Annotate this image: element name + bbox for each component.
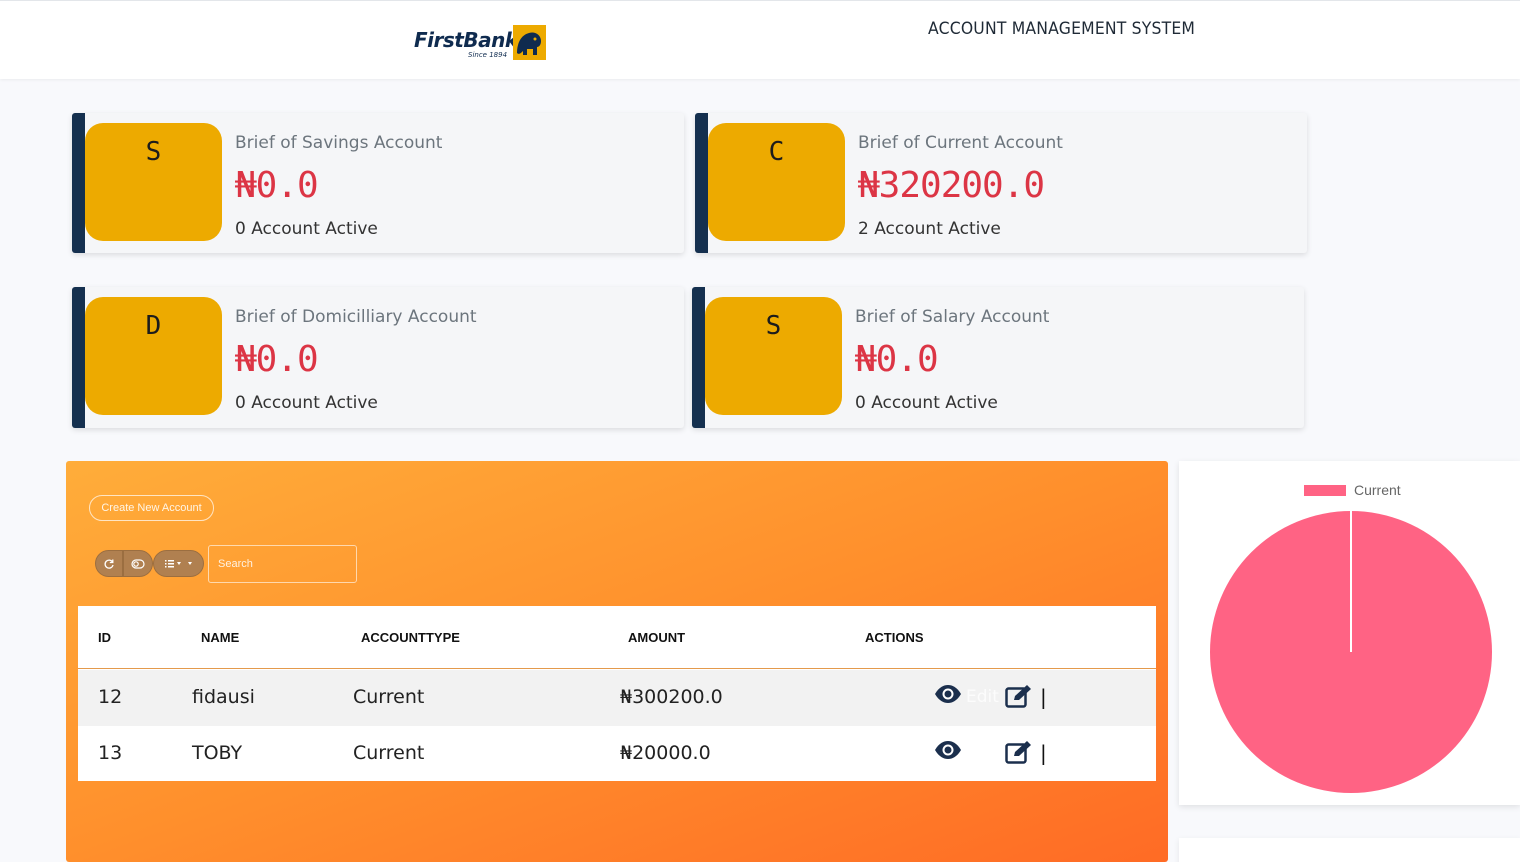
top-navbar: FirstBank Since 1894 ACCOUNT MANAGEMENT … [0,0,1520,79]
row-amount: ₦20000.0 [620,742,711,764]
salary-account-card: S Brief of Salary Account ₦0.0 0 Account… [692,287,1304,428]
ghost-edit-text: Edit [966,687,999,707]
row-accounttype: Current [353,742,425,764]
salary-card-active: 0 Account Active [855,393,998,413]
salary-badge-letter: S [765,311,782,341]
view-button[interactable] [934,684,962,708]
current-badge: C [708,123,845,241]
column-header-actions[interactable]: ACTIONS [865,630,924,645]
create-new-account-button[interactable]: Create New Account [89,495,214,521]
toggle-icon [131,559,145,569]
column-header-name[interactable]: NAME [201,630,239,645]
savings-card-title: Brief of Savings Account [235,133,443,153]
savings-badge-letter: S [145,137,162,167]
search-input[interactable] [208,545,357,583]
eye-icon [935,685,961,703]
salary-card-amount: ₦0.0 [855,339,939,380]
row-id: 13 [98,742,123,764]
edit-button[interactable] [1005,740,1033,764]
current-card-active: 2 Account Active [858,219,1001,239]
elephant-logo-icon [513,25,546,60]
current-card-amount: ₦320200.0 [858,165,1045,206]
logo-since-text: Since 1894 [468,51,508,59]
savings-card-active: 0 Account Active [235,219,378,239]
list-columns-icon [164,560,192,568]
row-accounttype: Current [353,686,425,708]
accounts-table: ID NAME ACCOUNTTYPE AMOUNT ACTIONS 12 fi… [78,606,1156,781]
action-separator: | [1040,685,1047,709]
view-button[interactable] [934,740,962,764]
accounts-table-panel: Create New Account ID [66,461,1168,862]
row-name: TOBY [192,742,243,764]
current-badge-letter: C [768,137,785,167]
toggle-view-button[interactable] [123,550,153,577]
row-amount: ₦300200.0 [620,686,723,708]
lower-chart-panel [1179,838,1520,862]
edit-icon [1005,685,1031,708]
table-header: ID NAME ACCOUNTTYPE AMOUNT ACTIONS [78,606,1156,669]
edit-icon [1005,741,1031,764]
chart-legend[interactable]: Current [1304,482,1401,498]
domiciliary-card-amount: ₦0.0 [235,339,319,380]
row-name: fidausi [192,686,255,708]
domiciliary-badge: D [85,297,222,415]
column-header-id[interactable]: ID [98,630,111,645]
current-account-card: C Brief of Current Account ₦320200.0 2 A… [695,113,1307,253]
current-card-title: Brief of Current Account [858,133,1063,153]
firstbank-logo[interactable]: FirstBank Since 1894 [412,23,552,63]
salary-badge: S [705,297,842,415]
action-separator: | [1040,741,1047,765]
savings-badge: S [85,123,222,241]
system-title: ACCOUNT MANAGEMENT SYSTEM [928,19,1196,39]
legend-label: Current [1354,482,1401,498]
columns-dropdown-button[interactable] [153,550,204,577]
domiciliary-card-active: 0 Account Active [235,393,378,413]
domiciliary-card-title: Brief of Domicilliary Account [235,307,477,327]
pie-chart: Current [1210,482,1492,793]
table-row: 13 TOBY Current ₦20000.0 | [78,726,1156,782]
table-row: 12 fidausi Current ₦300200.0 Edit | [78,670,1156,726]
refresh-button[interactable] [95,550,123,577]
legend-swatch [1304,485,1346,496]
domiciliary-account-card: D Brief of Domicilliary Account ₦0.0 0 A… [72,287,684,428]
column-header-accounttype[interactable]: ACCOUNTTYPE [361,630,460,645]
column-header-amount[interactable]: AMOUNT [628,630,685,645]
account-type-chart-panel: Current [1179,461,1520,805]
logo-brand-text: FirstBank [414,28,518,52]
domiciliary-badge-letter: D [145,311,162,341]
eye-icon [935,741,961,759]
salary-card-title: Brief of Salary Account [855,307,1050,327]
edit-button[interactable] [1005,684,1033,708]
savings-account-card: S Brief of Savings Account ₦0.0 0 Accoun… [72,113,684,253]
refresh-icon [104,559,114,569]
savings-card-amount: ₦0.0 [235,165,319,206]
row-id: 12 [98,686,123,708]
